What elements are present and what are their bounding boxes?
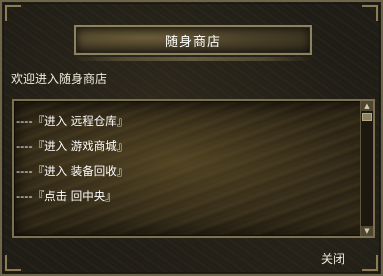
title-plaque: 随身商店 [74, 25, 312, 55]
scroll-thumb[interactable] [362, 113, 372, 121]
close-button[interactable]: 关闭 [311, 250, 355, 268]
title-flourish [74, 57, 312, 61]
frame-corner-ornament [362, 5, 378, 21]
menu-item-return-center[interactable]: ----『点击 回中央』 [16, 187, 359, 212]
menu-list-panel: ----『进入 远程仓库』 ----『进入 游戏商城』 ----『进入 装备回收… [12, 99, 375, 238]
shop-dialog: 随身商店 欢迎进入随身商店 ----『进入 远程仓库』 ----『进入 游戏商城… [0, 0, 383, 276]
scrollbar[interactable]: ▲ ▼ [360, 101, 373, 236]
frame-corner-ornament [362, 255, 378, 271]
frame-corner-ornament [5, 255, 21, 271]
menu-item-game-mall[interactable]: ----『进入 游戏商城』 [16, 137, 359, 162]
menu-list: ----『进入 远程仓库』 ----『进入 游戏商城』 ----『进入 装备回收… [14, 101, 359, 236]
menu-item-remote-warehouse[interactable]: ----『进入 远程仓库』 [16, 112, 359, 137]
dialog-title: 随身商店 [164, 34, 221, 50]
scroll-down-arrow-icon[interactable]: ▼ [361, 226, 373, 236]
frame-corner-ornament [5, 5, 21, 21]
welcome-text: 欢迎进入随身商店 [11, 72, 108, 86]
scroll-up-arrow-icon[interactable]: ▲ [361, 101, 373, 111]
menu-item-equipment-recycle[interactable]: ----『进入 装备回收』 [16, 162, 359, 187]
